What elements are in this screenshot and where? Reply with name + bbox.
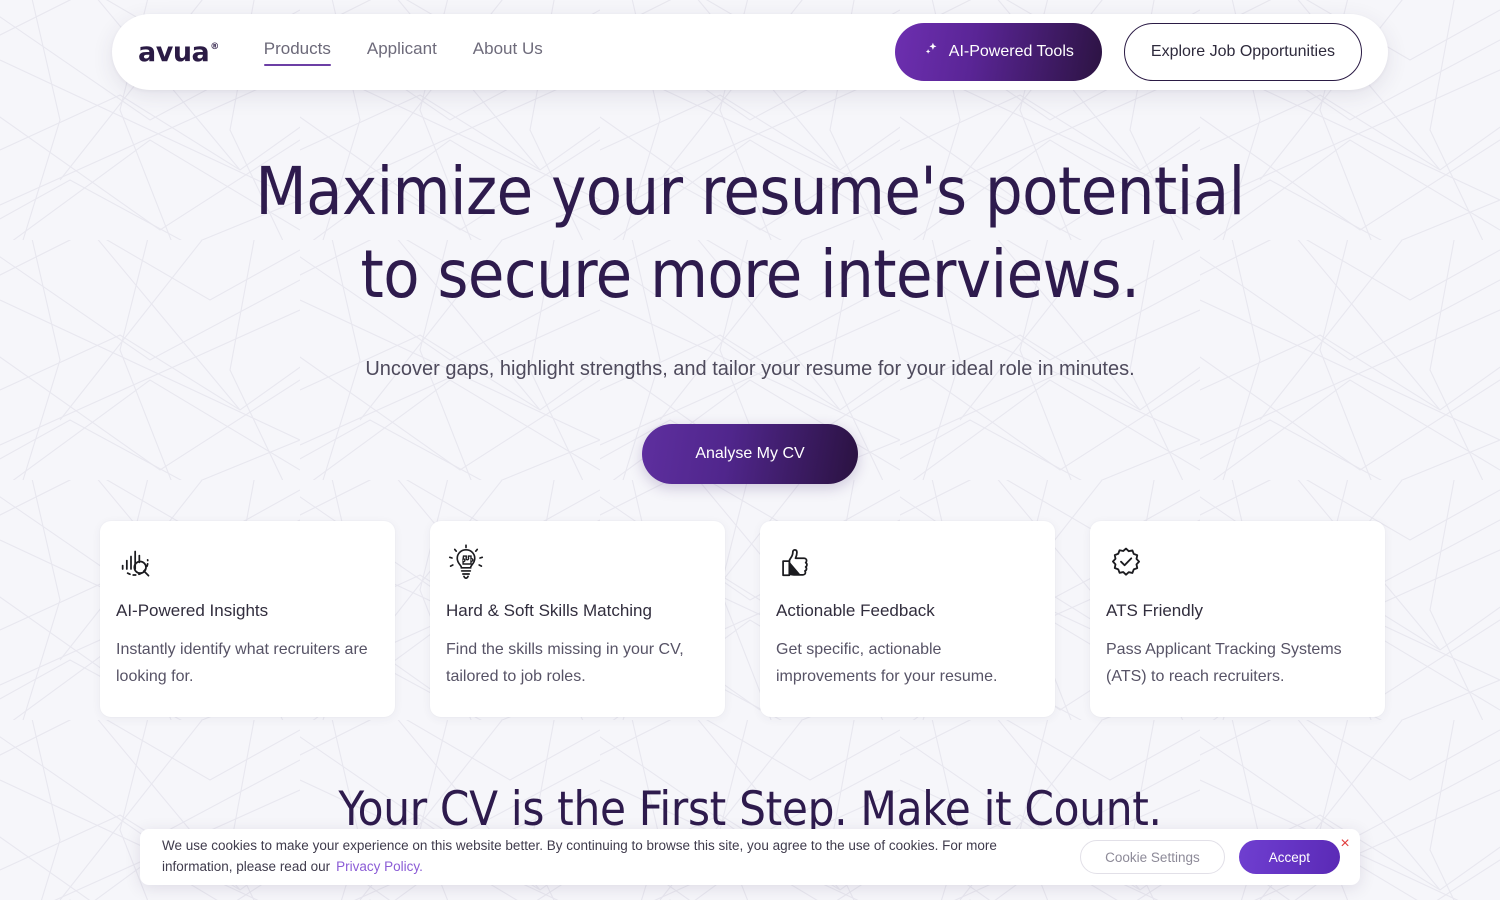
- nav-item-products[interactable]: Products: [263, 39, 331, 66]
- main-navigation: Products Applicant About Us: [263, 39, 543, 66]
- cookie-consent-banner: We use cookies to make your experience o…: [140, 829, 1360, 885]
- feature-card-ai-powered-insights: AI-Powered Insights Instantly identify w…: [100, 521, 395, 717]
- cookie-banner-actions: Cookie Settings Accept: [1080, 840, 1340, 874]
- explore-job-opportunities-button[interactable]: Explore Job Opportunities: [1123, 23, 1362, 81]
- lightbulb-puzzle-icon: [446, 543, 707, 585]
- hero-section: Maximize your resume's potential to secu…: [0, 150, 1500, 485]
- accept-cookies-button[interactable]: Accept: [1238, 840, 1340, 874]
- nav-item-applicant[interactable]: Applicant: [367, 39, 437, 66]
- feature-card-title: ATS Friendly: [1106, 601, 1203, 620]
- feature-card-title: AI-Powered Insights: [116, 601, 269, 620]
- feature-card-ats-friendly: ATS Friendly Pass Applicant Tracking Sys…: [1090, 521, 1385, 717]
- cookie-banner-message: We use cookies to make your experience o…: [162, 838, 997, 874]
- bar-chart-search-icon: [116, 543, 377, 585]
- feature-card-description: Get specific, actionable improvements fo…: [776, 641, 998, 685]
- hero-heading-line-1: Maximize your resume's potential: [255, 153, 1245, 230]
- feature-cards: AI-Powered Insights Instantly identify w…: [100, 521, 1400, 717]
- close-icon[interactable]: ×: [1336, 835, 1354, 853]
- header-actions: AI-Powered Tools Explore Job Opportuniti…: [894, 23, 1362, 81]
- page-title: Maximize your resume's potential to secu…: [0, 150, 1500, 316]
- logo-text: avua: [138, 36, 210, 68]
- sparkles-icon: [923, 41, 940, 63]
- feature-card-title: Hard & Soft Skills Matching: [446, 601, 652, 620]
- verified-badge-icon: [1106, 543, 1367, 585]
- hero-heading-line-2: to secure more interviews.: [360, 236, 1140, 314]
- feature-card-actionable-feedback: Actionable Feedback Get specific, action…: [760, 521, 1055, 717]
- privacy-policy-link[interactable]: Privacy Policy.: [336, 859, 423, 874]
- cookie-banner-text: We use cookies to make your experience o…: [162, 836, 1032, 878]
- header-bar: avua® Products Applicant About Us AI-Pow…: [112, 14, 1388, 90]
- thumbs-up-icon: [776, 543, 1037, 585]
- nav-item-about-us[interactable]: About Us: [473, 39, 543, 66]
- logo[interactable]: avua®: [138, 36, 219, 68]
- feature-card-description: Find the skills missing in your CV, tail…: [446, 641, 684, 685]
- hero-subheading: Uncover gaps, highlight strengths, and t…: [365, 358, 1135, 381]
- cookie-settings-button[interactable]: Cookie Settings: [1080, 840, 1225, 874]
- feature-card-title: Actionable Feedback: [776, 601, 935, 620]
- ai-powered-tools-button[interactable]: AI-Powered Tools: [894, 23, 1102, 81]
- feature-card-description: Instantly identify what recruiters are l…: [116, 641, 368, 685]
- logo-registered-mark: ®: [210, 41, 219, 52]
- ai-powered-tools-label: AI-Powered Tools: [948, 43, 1074, 60]
- analyse-my-cv-button[interactable]: Analyse My CV: [642, 424, 858, 485]
- feature-card-description: Pass Applicant Tracking Systems (ATS) to…: [1106, 641, 1342, 685]
- feature-card-skills-matching: Hard & Soft Skills Matching Find the ski…: [430, 521, 725, 717]
- site-header: avua® Products Applicant About Us AI-Pow…: [112, 14, 1388, 90]
